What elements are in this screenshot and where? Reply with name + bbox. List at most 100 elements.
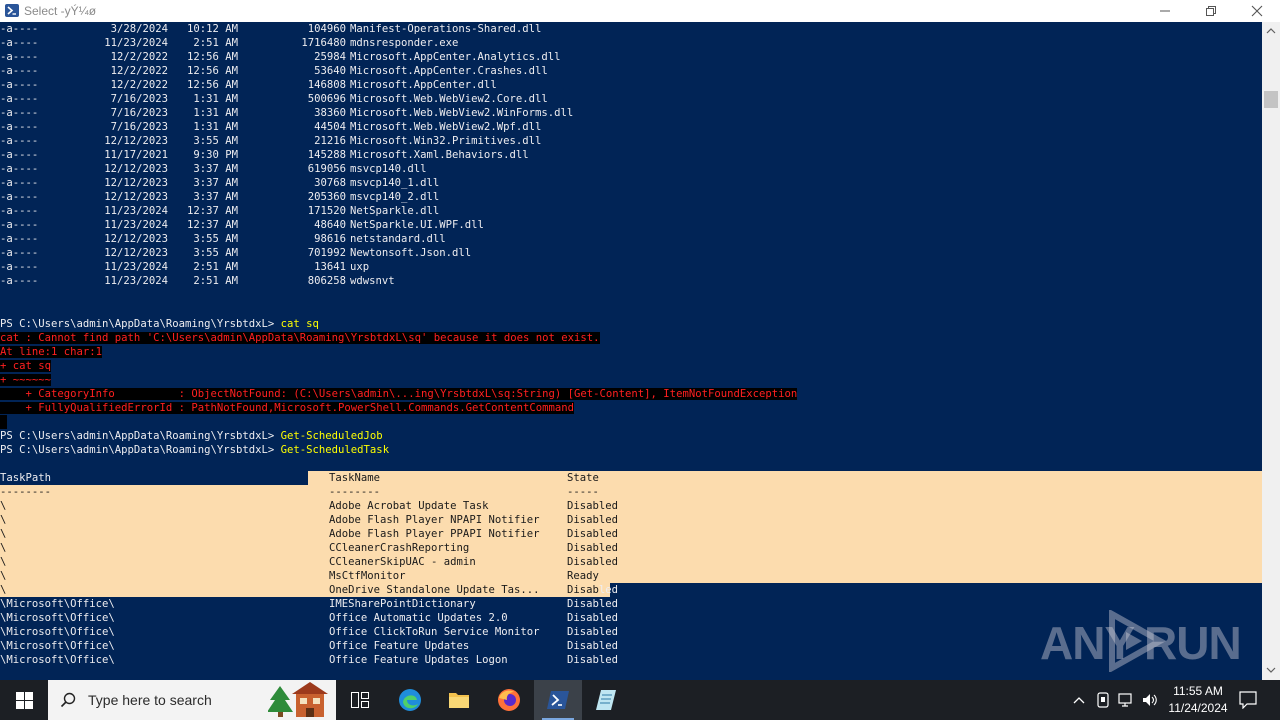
taskbar-firefox[interactable] [485, 680, 533, 720]
holiday-decoration-icon [268, 682, 328, 717]
file-size: 701992 [307, 247, 346, 259]
file-date: 12/12/2023 [104, 191, 168, 203]
column-header-taskname: TaskName [329, 472, 381, 484]
column-separator: -------- [0, 486, 52, 498]
file-name: msvcp140.dll [350, 163, 427, 175]
notification-center-button[interactable] [1234, 680, 1262, 720]
command-text: Get-ScheduledTask [280, 444, 390, 456]
file-mode: -a---- [0, 135, 39, 147]
file-name: NetSparkle.UI.WPF.dll [350, 219, 484, 231]
task-state: Disabled [567, 584, 619, 596]
console-output[interactable]: -a---- 3/28/2024 10:12 AM 104960 Manifest-Op… [0, 22, 1262, 680]
tray-volume-button[interactable] [1140, 680, 1160, 720]
taskbar: Type here to search 11:55 AM 11/24/2024 [0, 680, 1280, 720]
task-path: \Microsoft\Office\ [0, 640, 115, 652]
minimize-icon [1160, 10, 1170, 12]
file-name: Microsoft.AppCenter.Crashes.dll [350, 65, 548, 77]
file-name: mdnsresponder.exe [350, 37, 459, 49]
file-date: 11/23/2024 [104, 261, 168, 273]
prompt-line-cat: PS C:\Users\admin\AppData\Roaming\Yrsbtd… [0, 317, 319, 331]
task-state: Disabled [567, 556, 619, 568]
start-button[interactable] [0, 680, 48, 720]
file-size: 205360 [307, 191, 346, 203]
file-mode: -a---- [0, 93, 39, 105]
file-size: 30768 [314, 177, 346, 189]
file-date: 12/12/2023 [104, 247, 168, 259]
task-path: \ [0, 570, 7, 582]
task-state: Disabled [567, 626, 619, 638]
file-time: 9:30 PM [193, 149, 238, 161]
taskbar-file-explorer[interactable] [435, 680, 483, 720]
taskbar-search-box[interactable]: Type here to search [48, 680, 336, 720]
close-button[interactable] [1234, 0, 1280, 22]
task-name: Office ClickToRun Service Monitor [329, 626, 540, 638]
volume-icon [1143, 694, 1157, 706]
file-time: 3:55 AM [193, 233, 238, 245]
task-name: CCleanerSkipUAC - admin [329, 556, 476, 568]
file-time: 12:37 AM [186, 205, 238, 217]
task-state: Disabled [567, 654, 619, 666]
tray-network-button[interactable] [1116, 680, 1136, 720]
file-name: Microsoft.AppCenter.dll [350, 79, 497, 91]
error-line: + FullyQualifiedErrorId : PathNotFound,M… [0, 402, 575, 414]
windows-logo-icon [16, 692, 33, 709]
text-selection [0, 485, 308, 597]
file-time: 12:37 AM [186, 219, 238, 231]
file-size: 98616 [314, 233, 346, 245]
file-date: 11/23/2024 [104, 275, 168, 287]
scroll-up-icon[interactable] [1266, 27, 1276, 35]
minimize-button[interactable] [1142, 0, 1188, 22]
file-time: 3:37 AM [193, 163, 238, 175]
powershell-icon [547, 691, 569, 709]
file-mode: -a---- [0, 163, 39, 175]
task-state: Disabled [567, 528, 619, 540]
file-date: 11/23/2024 [104, 37, 168, 49]
file-name: Microsoft.Web.WebView2.WinForms.dll [350, 107, 574, 119]
file-size: 619056 [307, 163, 346, 175]
task-path: \ [0, 500, 7, 512]
file-mode: -a---- [0, 247, 39, 259]
scroll-down-icon[interactable] [1266, 666, 1276, 674]
task-name: Office Feature Updates [329, 640, 470, 652]
task-path: \Microsoft\Office\ [0, 626, 115, 638]
prompt: PS C:\Users\admin\AppData\Roaming\Yrsbtd… [0, 318, 281, 330]
maximize-button[interactable] [1188, 0, 1234, 22]
file-size: 13641 [314, 261, 346, 273]
taskbar-powershell[interactable] [534, 680, 582, 720]
file-date: 12/12/2023 [104, 163, 168, 175]
device-icon [1097, 692, 1109, 708]
vertical-scrollbar[interactable] [1262, 22, 1280, 680]
error-line: cat : Cannot find path 'C:\Users\admin\A… [0, 332, 600, 344]
task-state: Disabled [567, 640, 619, 652]
task-path: \Microsoft\Office\ [0, 598, 115, 610]
file-name: NetSparkle.dll [350, 205, 440, 217]
error-line: + ~~~~~~ [0, 374, 52, 386]
task-name: Office Feature Updates Logon [329, 654, 508, 666]
command-text: Get-ScheduledJob [280, 430, 383, 442]
file-mode: -a---- [0, 219, 39, 231]
prompt-line-task: PS C:\Users\admin\AppData\Roaming\Yrsbtd… [0, 443, 389, 457]
tray-device-button[interactable] [1094, 680, 1112, 720]
taskbar-notepad[interactable] [582, 680, 630, 720]
task-name: Adobe Flash Player NPAPI Notifier [329, 514, 540, 526]
chevron-up-icon [1073, 697, 1085, 704]
prompt-line-job: PS C:\Users\admin\AppData\Roaming\Yrsbtd… [0, 429, 383, 443]
search-placeholder: Type here to search [88, 692, 212, 708]
file-name: Manifest-Operations-Shared.dll [350, 23, 542, 35]
file-size: 48640 [314, 219, 346, 231]
task-path: \ [0, 514, 7, 526]
prompt: PS C:\Users\admin\AppData\Roaming\Yrsbtd… [0, 444, 281, 456]
scrollbar-thumb[interactable] [1264, 91, 1278, 108]
taskbar-clock[interactable]: 11:55 AM 11/24/2024 [1158, 683, 1238, 717]
tray-overflow-button[interactable] [1070, 680, 1088, 720]
taskbar-edge[interactable] [386, 680, 434, 720]
notepad-icon [596, 690, 616, 710]
prompt: PS C:\Users\admin\AppData\Roaming\Yrsbtd… [0, 430, 281, 442]
task-view-icon [351, 692, 369, 708]
task-view-button[interactable] [336, 680, 384, 720]
file-date: 12/2/2022 [110, 51, 168, 63]
restore-icon [1206, 6, 1216, 16]
file-time: 2:51 AM [193, 37, 238, 49]
clock-date: 11/24/2024 [1168, 701, 1228, 715]
task-name: OneDrive Standalone Update Tas... [329, 584, 540, 596]
